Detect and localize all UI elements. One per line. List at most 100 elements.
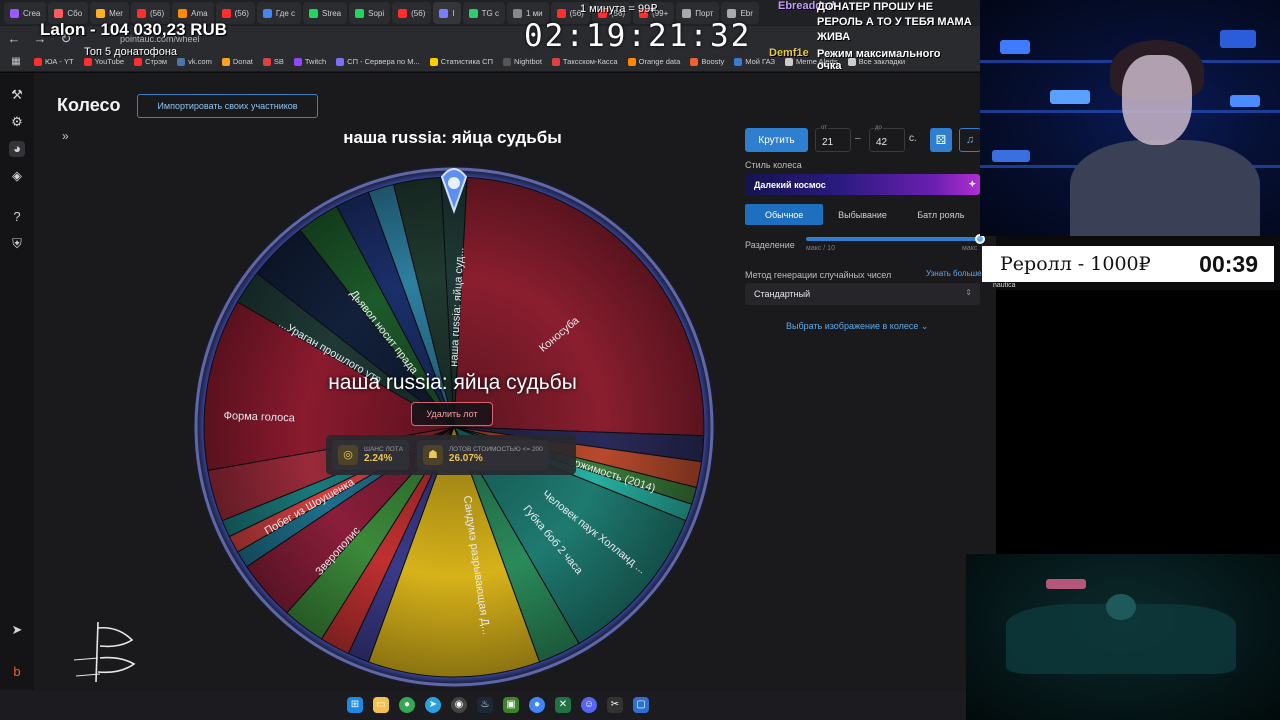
reroll-label: Реролл - 1000₽ [1000, 253, 1151, 275]
chrome-alt-icon[interactable]: ● [529, 697, 545, 713]
discord-icon[interactable]: ☺ [581, 697, 597, 713]
tab-favicon-icon [54, 8, 64, 18]
apps-grid-icon[interactable]: ▦ [8, 54, 24, 70]
bookmark-label: Twitch [304, 57, 327, 66]
stat-chance-label: ШАНС ЛОТА [364, 446, 403, 453]
to-caption: до [874, 125, 883, 131]
music-icon[interactable]: ♫ [959, 128, 981, 152]
slider-min-label: макс / 10 [806, 245, 835, 252]
wheel-svg[interactable]: Коносубанаша russia: яйца суд...Дьявол н… [190, 163, 718, 691]
steam-icon[interactable]: ♨ [477, 697, 493, 713]
winner-center-label: наша russia: яйца судьбы [328, 371, 577, 394]
choose-image-link[interactable]: Выбрать изображение в колесе ⌄ [786, 321, 928, 332]
dice-icon[interactable]: ⚄ [930, 128, 952, 152]
overlay-small-caption: nautica [993, 282, 1016, 289]
shield-icon[interactable]: ⛨ [9, 236, 25, 252]
to-value: 42 [876, 137, 888, 148]
import-participants-button[interactable]: Импортировать своих участников [137, 94, 318, 118]
obs-icon[interactable]: ◉ [451, 697, 467, 713]
bookmark-item[interactable]: SB [262, 57, 284, 66]
bookmark-item[interactable]: Orange data [627, 57, 680, 66]
bookmark-item[interactable]: YouTube [83, 57, 124, 66]
spin-button[interactable]: Крутить [745, 128, 808, 152]
tab-label: (56) [411, 8, 426, 18]
bookmark-label: Donat [232, 57, 253, 66]
browser-tab[interactable]: I [433, 2, 461, 24]
bookmark-item[interactable]: Donat [221, 57, 253, 66]
stat-chance: ◎ ШАНС ЛОТА 2.24% [332, 440, 409, 470]
browser-tab[interactable]: Sopi [349, 2, 391, 24]
division-slider[interactable] [806, 234, 985, 244]
browser-tab[interactable]: TG с [462, 2, 505, 24]
bookmark-label: СП - Сервера по М... [347, 57, 420, 66]
delete-lot-button[interactable]: Удалить лот [411, 402, 493, 426]
tab-label: (56) [149, 8, 165, 18]
bookmark-item[interactable]: Nightbot [502, 57, 542, 66]
tab-label: Порт [695, 8, 714, 18]
browser-tab[interactable]: (56) [392, 2, 432, 24]
tab-favicon-icon [727, 8, 737, 18]
gear-icon[interactable]: ⚙ [9, 114, 25, 130]
monitor-icon[interactable]: ▢ [633, 697, 649, 713]
wheel-style-select[interactable]: Далекий космос ✦ [745, 174, 980, 195]
excel-icon[interactable]: ✕ [555, 697, 571, 713]
mode-tab-battle-royale[interactable]: Батл рояль [902, 204, 980, 225]
tab-favicon-icon [309, 8, 318, 18]
choose-image-label: Выбрать изображение в колесе [786, 321, 919, 331]
sparkle-icon: ✦ [968, 179, 976, 189]
duration-to-input[interactable]: до 42 [869, 125, 905, 152]
browser-tab[interactable]: Где с [256, 2, 301, 24]
bookmark-item[interactable]: Стрэм [134, 57, 167, 66]
signature-logo [73, 621, 136, 683]
folder-icon[interactable]: ▭ [373, 697, 389, 713]
winner-title: наша russia: яйца судьбы [343, 128, 562, 147]
bookmark-favicon-icon [221, 57, 230, 66]
boosty-icon[interactable]: b [9, 664, 25, 680]
bookmark-favicon-icon [690, 57, 699, 66]
bookmark-label: Nightbot [513, 57, 542, 66]
mode-tab-elimination[interactable]: Выбывание [823, 204, 901, 225]
help-icon[interactable]: ? [9, 209, 25, 225]
rng-select[interactable]: Стандартный ⇕ [745, 283, 980, 305]
tab-label: Ama [191, 8, 208, 18]
telegram-icon[interactable]: ➤ [9, 622, 25, 638]
wheel-nav-icon[interactable]: ◕ [9, 141, 25, 157]
overlay-top5: Топ 5 донатофона [84, 46, 178, 58]
bookmark-favicon-icon [34, 57, 42, 66]
bookmark-item[interactable]: ЮА - YT [34, 57, 74, 66]
wheel[interactable]: Коносуба наша russia: яйца суд... Дьявол н… [190, 163, 718, 691]
windows-start-icon[interactable]: ⊞ [347, 697, 363, 713]
bookmark-item[interactable]: СП - Сервера по М... [336, 57, 420, 66]
bookmark-item[interactable]: vk.com [177, 57, 212, 66]
bookmark-label: SB [273, 57, 284, 66]
bookmark-item[interactable]: Boosty [690, 57, 724, 66]
bookmark-favicon-icon [627, 57, 636, 66]
bookmark-favicon-icon [134, 57, 143, 66]
layers-icon[interactable]: ◈ [9, 168, 25, 184]
bookmark-item[interactable]: Статистика СП [429, 57, 493, 66]
browser-tab[interactable]: Strea [303, 2, 348, 24]
gavel-icon[interactable]: ⚒ [9, 87, 25, 103]
tab-label: Где с [275, 8, 295, 18]
minecraft-icon[interactable]: ▣ [503, 697, 519, 713]
back-icon[interactable]: ← [6, 31, 22, 47]
left-nav-bottom: ➤ b [0, 622, 34, 680]
bookmark-favicon-icon [429, 57, 438, 66]
wheel-mode-tabs: Обычное Выбывание Батл рояль [745, 204, 980, 225]
mode-tab-normal[interactable]: Обычное [745, 204, 824, 225]
capcut-icon[interactable]: ✂ [607, 697, 623, 713]
stat-cheap-lots-value: 26.07% [448, 453, 483, 464]
tab-favicon-icon [512, 8, 522, 18]
bookmark-item[interactable]: Таксском-Касса [551, 57, 618, 66]
chrome-icon[interactable]: ● [399, 697, 415, 713]
tab-label: I [452, 8, 455, 18]
duration-from-input[interactable]: от 21 [815, 125, 851, 152]
telegram-taskbar-icon[interactable]: ➤ [425, 697, 441, 713]
tab-favicon-icon [439, 8, 449, 18]
bookmark-item[interactable]: Twitch [293, 57, 327, 66]
expand-panel-icon[interactable]: » [62, 129, 69, 143]
learn-more-link[interactable]: Узнать больше [926, 269, 982, 278]
target-icon: ◎ [338, 445, 358, 465]
tab-favicon-icon [178, 8, 188, 18]
bookmark-favicon-icon [502, 57, 511, 66]
